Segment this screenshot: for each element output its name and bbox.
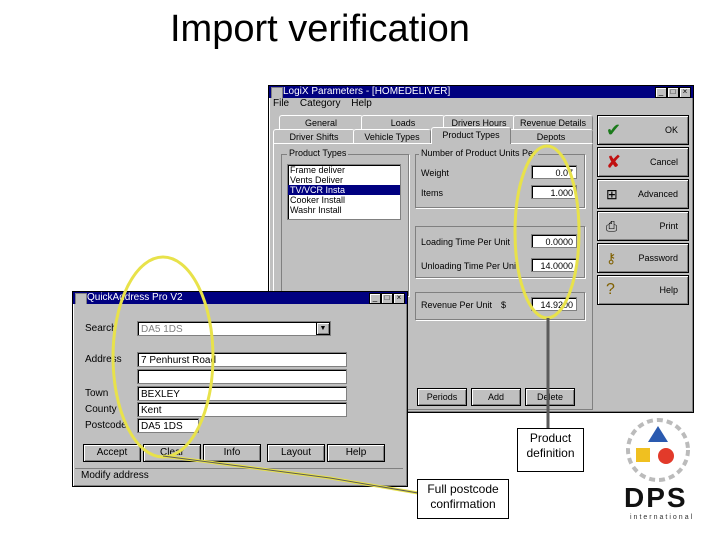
postcode-highlight-ellipse [111,255,215,459]
postcode-callout-line [162,454,419,495]
tab-product-types[interactable]: Product Types [431,127,511,144]
dps-logo-mark [626,418,690,482]
postcode-confirmation-callout: Full postcode confirmation [417,479,509,519]
dps-logo-subtext: international [630,514,695,521]
product-highlight-ellipse [513,144,581,320]
product-definition-callout: Product definition [517,428,584,472]
highlight-overlay [111,144,581,495]
dps-logo-text: DPS [624,482,688,513]
dps-logo: DPS international [618,418,698,528]
